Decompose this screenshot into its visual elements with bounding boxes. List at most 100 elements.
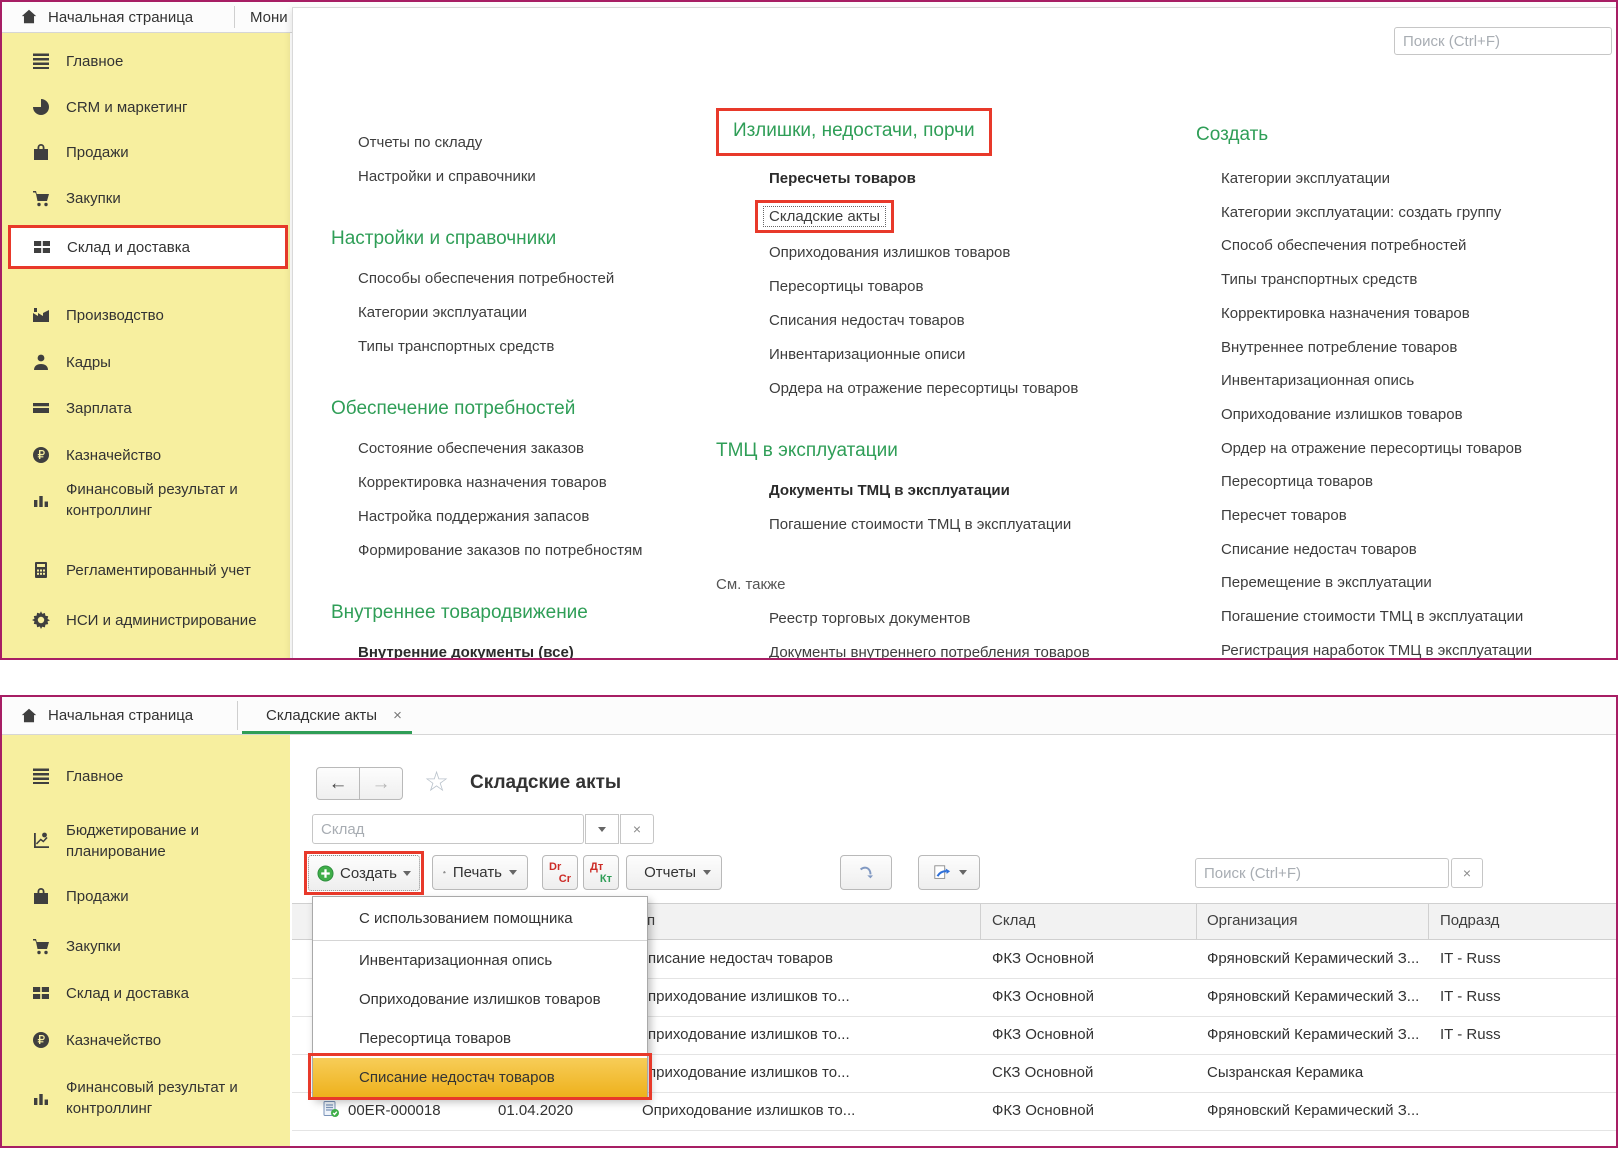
- menu-link[interactable]: Пересчет товаров: [1196, 499, 1532, 533]
- dr-label: Dr: [549, 861, 561, 873]
- grid-icon: [31, 236, 53, 258]
- sidebar-item-finrezultat[interactable]: Финансовый результат и контроллинг: [30, 1073, 270, 1123]
- menu-link[interactable]: Категории эксплуатации: создать группу: [1196, 196, 1532, 230]
- sidebar-item-prodazhi[interactable]: Продажи: [30, 881, 129, 911]
- menu-link[interactable]: Отчеты по складу: [331, 126, 642, 160]
- menu-link[interactable]: Погашение стоимости ТМЦ в эксплуатации: [716, 508, 1090, 542]
- search-clear-button[interactable]: ×: [1451, 858, 1483, 888]
- reports-button[interactable]: Отчеты: [626, 855, 722, 890]
- menu-link[interactable]: Ордера на отражение пересортицы товаров: [716, 372, 1090, 406]
- sidebar-item-sklad[interactable]: Склад и доставка: [30, 978, 189, 1008]
- menu-link[interactable]: Документы внутреннего потребления товаро…: [716, 636, 1090, 660]
- tab-skladskie-akty[interactable]: Складские акты ×: [252, 697, 416, 734]
- sidebar-item-kaznacheystvo[interactable]: Казначейство: [30, 1025, 161, 1055]
- col-header-department: Подразд: [1440, 912, 1499, 929]
- list-search-input[interactable]: [1195, 858, 1449, 888]
- menu-link[interactable]: Корректировка назначения товаров: [1196, 297, 1532, 331]
- sidebar-item-glavnoe[interactable]: Главное: [30, 761, 123, 791]
- menu-link[interactable]: Перемещение в эксплуатации: [1196, 566, 1532, 600]
- menu-link[interactable]: Категории эксплуатации: [331, 296, 642, 330]
- menu-link[interactable]: Формирование заказов по потребностям: [331, 534, 642, 568]
- sidebar-item-label: Склад и доставка: [66, 985, 189, 1002]
- tab-home[interactable]: Начальная страница: [6, 697, 207, 734]
- see-also-title: См. также: [716, 568, 1090, 602]
- menu-link[interactable]: Способы обеспечения потребностей: [331, 262, 642, 296]
- menu-link[interactable]: Списание недостач товаров: [1196, 533, 1532, 567]
- menu-link[interactable]: Инвентаризационная опись: [1196, 364, 1532, 398]
- section-title: Обеспечение потребностей: [331, 394, 642, 424]
- menu-link[interactable]: Категории эксплуатации: [1196, 162, 1532, 196]
- filter-dropdown-button[interactable]: [585, 814, 619, 844]
- dt-kt-button[interactable]: Дт Кт: [583, 855, 619, 890]
- back-button[interactable]: ←: [316, 767, 360, 800]
- sidebar: Главное CRM и маркетинг Продажи Закупки …: [2, 33, 290, 658]
- menu-link[interactable]: Оприходования излишков товаров: [716, 236, 1090, 270]
- menu-link[interactable]: Типы транспортных средств: [1196, 263, 1532, 297]
- cart-icon: [30, 935, 52, 957]
- sidebar-item-zakupki[interactable]: Закупки: [30, 183, 121, 213]
- sidebar-item-zarplata[interactable]: Зарплата: [30, 393, 132, 423]
- filter-clear-button[interactable]: ×: [620, 814, 654, 844]
- cell-date: 01.04.2020: [498, 1102, 573, 1119]
- sidebar-item-label: Финансовый результат и контроллинг: [66, 1077, 270, 1119]
- menu-link[interactable]: Пересортицы товаров: [716, 270, 1090, 304]
- menu-link[interactable]: Внутренние документы (все): [331, 636, 642, 660]
- menu-link[interactable]: Способ обеспечения потребностей: [1196, 229, 1532, 263]
- menu-link[interactable]: Корректировка назначения товаров: [331, 466, 642, 500]
- sidebar-item-zakupki[interactable]: Закупки: [30, 931, 121, 961]
- menu-link[interactable]: Пересчеты товаров: [716, 162, 1090, 196]
- create-button[interactable]: Создать: [308, 855, 420, 891]
- sidebar-item-crm[interactable]: CRM и маркетинг: [30, 92, 187, 122]
- menu-link[interactable]: Списания недостач товаров: [716, 304, 1090, 338]
- warehouse-filter-input[interactable]: [312, 814, 584, 844]
- menu-link[interactable]: Типы транспортных средств: [331, 330, 642, 364]
- sidebar-item-label: Бюджетирование и планирование: [66, 820, 270, 862]
- sidebar-item-reglament-uchet[interactable]: Регламентированный учет: [30, 555, 251, 585]
- menu-link[interactable]: Ордер на отражение пересортицы товаров: [1196, 432, 1532, 466]
- menu-link[interactable]: Оприходование излишков товаров: [1196, 398, 1532, 432]
- menu-icon: [30, 50, 52, 72]
- bar-chart-icon: [30, 489, 52, 511]
- cell-number: 00ER-000018: [348, 1102, 441, 1119]
- sidebar-item-proizvodstvo[interactable]: Производство: [30, 300, 164, 330]
- favorite-star-icon[interactable]: ☆: [424, 765, 449, 798]
- edi-send-button[interactable]: [918, 855, 980, 890]
- cart-icon: [30, 187, 52, 209]
- menu-item[interactable]: Оприходование излишков товаров: [313, 980, 647, 1019]
- tab-close-icon[interactable]: ×: [393, 707, 402, 724]
- menu-link[interactable]: Пересортица товаров: [1196, 465, 1532, 499]
- menu-link[interactable]: Инвентаризационные описи: [716, 338, 1090, 372]
- home-icon: [20, 707, 38, 725]
- print-button[interactable]: Печать: [432, 855, 528, 890]
- menu-link[interactable]: Настройки и справочники: [331, 160, 642, 194]
- sidebar-item-budget[interactable]: Бюджетирование и планирование: [30, 816, 270, 866]
- sidebar-item-prodazhi[interactable]: Продажи: [30, 137, 129, 167]
- menu-link[interactable]: Внутреннее потребление товаров: [1196, 331, 1532, 365]
- post-document-button[interactable]: [840, 855, 892, 890]
- sidebar-item-finrezultat[interactable]: Финансовый результат и контроллинг: [30, 475, 270, 525]
- section-menu-panel: Отчеты по складу Настройки и справочники…: [292, 7, 1616, 658]
- sidebar-item-nsi[interactable]: НСИ и администрирование: [30, 595, 270, 645]
- menu-link[interactable]: Документы ТМЦ в эксплуатации: [716, 474, 1090, 508]
- sidebar-item-kadry[interactable]: Кадры: [30, 347, 111, 377]
- menu-link[interactable]: Регистрация наработок ТМЦ в эксплуатации: [1196, 634, 1532, 660]
- menu-link[interactable]: Реестр торговых документов: [716, 602, 1090, 636]
- forward-button[interactable]: →: [359, 767, 403, 800]
- sidebar-item-kaznacheystvo[interactable]: Казначейство: [30, 440, 161, 470]
- home-icon: [20, 8, 38, 26]
- search-input[interactable]: [1394, 27, 1612, 55]
- menu-link-skladskie-akty-wrap: Складские акты: [716, 196, 1090, 236]
- menu-item[interactable]: Инвентаризационная опись: [313, 941, 647, 980]
- sidebar-item-glavnoe[interactable]: Главное: [30, 46, 123, 76]
- menu-link[interactable]: Состояние обеспечения заказов: [331, 432, 642, 466]
- cell-type: Оприходование излишков то...: [642, 1102, 855, 1119]
- column-divider: [1428, 904, 1429, 939]
- dr-cr-button[interactable]: Dr Cr: [542, 855, 578, 890]
- menu-item[interactable]: С использованием помощника: [313, 897, 647, 941]
- menu-link[interactable]: Настройка поддержания запасов: [331, 500, 642, 534]
- cell-organization: Фряновский Керамический З...: [1207, 1026, 1419, 1043]
- menu-link-focused[interactable]: Складские акты: [763, 206, 886, 227]
- sidebar-item-sklad-highlighted[interactable]: Склад и доставка: [8, 225, 288, 269]
- tab-home[interactable]: Начальная страница: [6, 2, 207, 32]
- menu-link[interactable]: Погашение стоимости ТМЦ в эксплуатации: [1196, 600, 1532, 634]
